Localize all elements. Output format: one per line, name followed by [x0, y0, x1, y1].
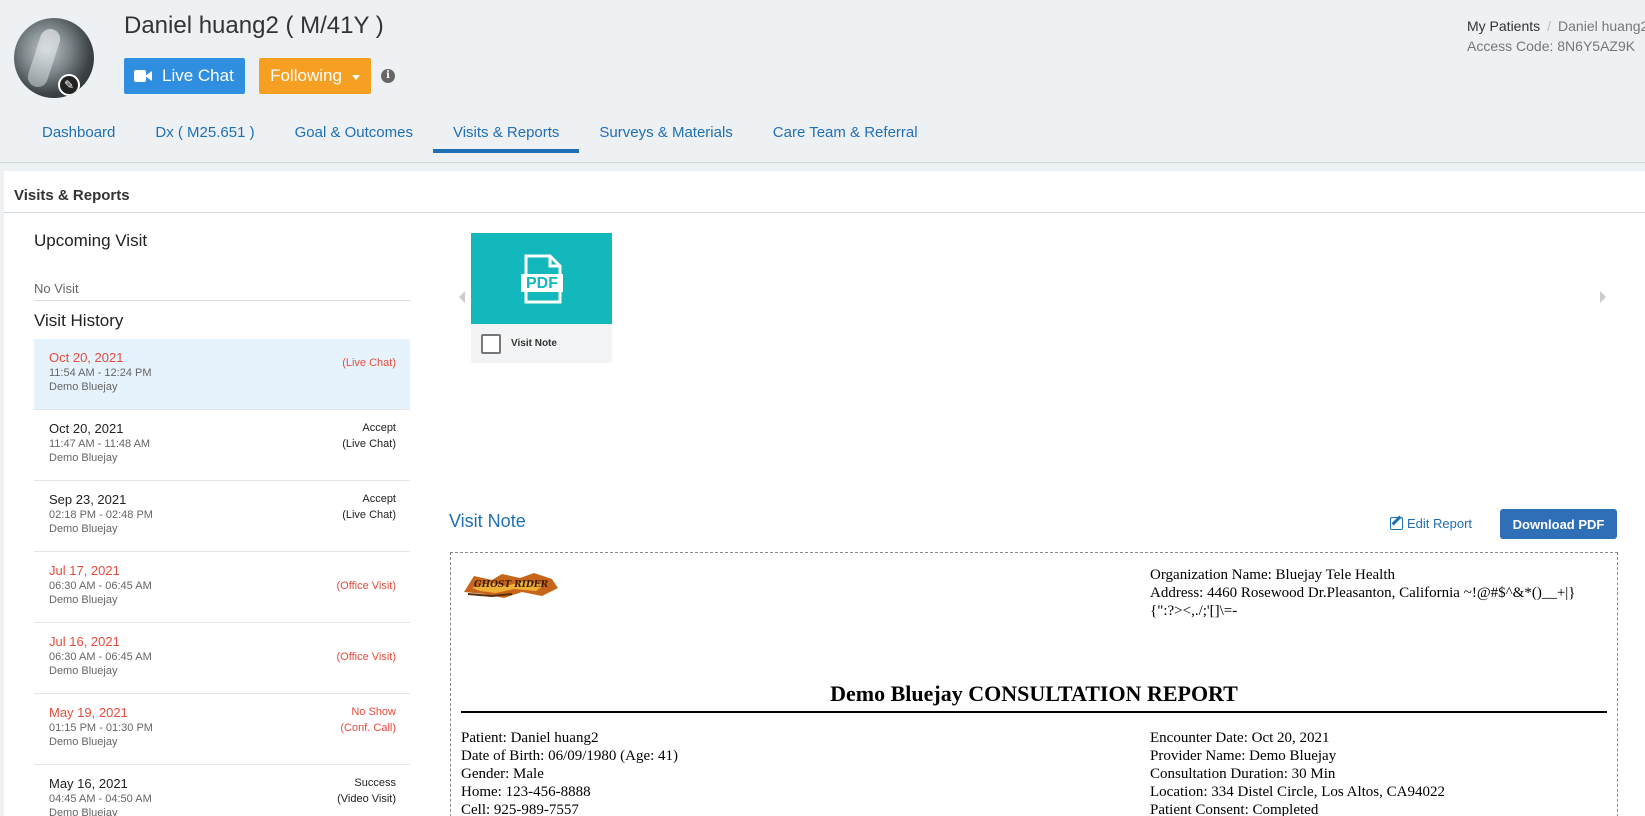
visit-provider: Demo Bluejay [49, 807, 118, 816]
tab-care-team-referral[interactable]: Care Team & Referral [753, 116, 938, 153]
attachment-card[interactable]: PDF Visit Note [471, 233, 612, 363]
report-encounter-date: Encounter Date: Oct 20, 2021 [1150, 730, 1330, 746]
panel-title: Visits & Reports [4, 171, 1645, 213]
chevron-right-icon[interactable] [1600, 291, 1606, 303]
visit-status-line1: No Show [351, 706, 396, 718]
organization-info: Organization Name: Bluejay Tele Health A… [1150, 566, 1610, 620]
attachment-footer: Visit Note [471, 324, 612, 363]
report-home-phone: Home: 123-456-8888 [461, 784, 591, 800]
visit-status-line1: Accept [362, 493, 396, 505]
breadcrumb-current: Daniel huang2 [1558, 18, 1645, 34]
following-dropdown-button[interactable]: Following [259, 58, 371, 94]
tab-goal-outcomes[interactable]: Goal & Outcomes [275, 116, 433, 153]
tab-dx[interactable]: Dx ( M25.651 ) [135, 116, 274, 153]
report-dob: Date of Birth: 06/09/1980 (Age: 41) [461, 748, 679, 764]
visit-status-line1: Accept [362, 422, 396, 434]
upcoming-visit-title: Upcoming Visit [34, 231, 148, 250]
live-chat-label: Live Chat [162, 66, 234, 85]
tab-visits-reports[interactable]: Visits & Reports [432, 116, 580, 153]
chevron-left-icon[interactable] [459, 291, 465, 303]
download-pdf-button[interactable]: Download PDF [1500, 509, 1617, 539]
visit-date: Jul 17, 2021 [49, 563, 120, 578]
report-gender: Gender: Male [461, 766, 544, 782]
edit-icon [1390, 517, 1403, 530]
visit-provider: Demo Bluejay [49, 594, 118, 606]
organization-logo: GHOST RIDER [464, 573, 558, 598]
breadcrumb-separator: / [1547, 18, 1552, 34]
visit-status: (Live Chat) [342, 355, 396, 371]
live-chat-button[interactable]: Live Chat [124, 58, 245, 94]
visit-item[interactable]: Jul 16, 2021 06:30 AM - 06:45 AM Demo Bl… [34, 623, 410, 694]
visit-history-list: Oct 20, 2021 11:54 AM - 12:24 PM Demo Bl… [34, 339, 410, 816]
caret-down-icon [351, 74, 360, 80]
visit-provider: Demo Bluejay [49, 665, 118, 677]
report-title: Demo Bluejay CONSULTATION REPORT [461, 681, 1607, 713]
visit-status: Accept (Live Chat) [342, 491, 396, 523]
visit-status: Accept (Live Chat) [342, 420, 396, 452]
avatar-image [25, 26, 63, 90]
visit-type: (Office Visit) [336, 580, 397, 592]
patient-tabs: Dashboard Dx ( M25.651 ) Goal & Outcomes… [22, 116, 938, 153]
edit-report-label: Edit Report [1407, 516, 1473, 531]
report-location: Location: 334 Distel Circle, Los Altos, … [1150, 784, 1445, 800]
following-label: Following [270, 66, 342, 85]
visit-type: (Conf. Call) [340, 722, 396, 734]
logo-text: GHOST RIDER [474, 580, 549, 590]
visit-item[interactable]: Oct 20, 2021 11:54 AM - 12:24 PM Demo Bl… [34, 339, 410, 410]
pdf-glyph: PDF [520, 254, 563, 303]
report-duration: Consultation Duration: 30 Min [1150, 766, 1336, 782]
visit-item[interactable]: Sep 23, 2021 02:18 PM - 02:48 PM Demo Bl… [34, 481, 410, 552]
edit-report-link[interactable]: Edit Report [1390, 516, 1472, 531]
report-cell-phone: Cell: 925-989-7557 [461, 802, 579, 816]
visit-type: (Live Chat) [342, 438, 396, 450]
visit-status: (Office Visit) [337, 578, 397, 594]
visit-provider: Demo Bluejay [49, 736, 118, 748]
breadcrumb: My Patients / Daniel huang2 [1467, 18, 1645, 34]
consultation-report: GHOST RIDER Organization Name: Bluejay T… [450, 552, 1618, 816]
pdf-file-icon[interactable]: PDF [471, 233, 612, 324]
org-address-cont: {":?><,./;'[]\=- [1150, 603, 1238, 619]
visit-provider: Demo Bluejay [49, 452, 118, 464]
report-patient: Patient: Daniel huang2 [461, 730, 599, 746]
visit-note-title: Visit Note [449, 511, 526, 531]
visit-status-line1: Success [354, 777, 396, 789]
visit-status: No Show (Conf. Call) [340, 704, 396, 736]
org-address: Address: 4460 Rosewood Dr.Pleasanton, Ca… [1150, 585, 1576, 601]
visit-type: (Office Visit) [336, 651, 397, 663]
visit-item[interactable]: May 19, 2021 01:15 PM - 01:30 PM Demo Bl… [34, 694, 410, 765]
org-name: Organization Name: Bluejay Tele Health [1150, 567, 1395, 583]
report-consent: Patient Consent: Completed [1150, 802, 1319, 816]
access-code: Access Code: 8N6Y5AZ9K [1467, 38, 1636, 54]
visit-type: (Live Chat) [342, 357, 396, 369]
patient-name: Daniel huang2 ( M/41Y ) [124, 12, 384, 39]
pdf-thumb-text: PDF [526, 275, 558, 292]
visit-date: Jul 16, 2021 [49, 634, 120, 649]
attachment-checkbox[interactable] [481, 333, 501, 354]
info-icon[interactable]: i [381, 69, 395, 83]
tab-dashboard[interactable]: Dashboard [22, 116, 135, 153]
report-provider: Provider Name: Demo Bluejay [1150, 748, 1337, 764]
visit-item[interactable]: Jul 17, 2021 06:30 AM - 06:45 AM Demo Bl… [34, 552, 410, 623]
visit-history-title: Visit History [34, 311, 124, 330]
avatar-edit-icon[interactable]: ✎ [58, 74, 80, 96]
visit-status: (Office Visit) [337, 649, 397, 665]
patient-avatar[interactable]: ✎ [14, 18, 94, 98]
visit-item[interactable]: Oct 20, 2021 11:47 AM - 11:48 AM Demo Bl… [34, 410, 410, 481]
visit-type: (Live Chat) [342, 509, 396, 521]
visit-provider: Demo Bluejay [49, 523, 118, 535]
visit-item[interactable]: May 16, 2021 04:45 AM - 04:50 AM Demo Bl… [34, 765, 410, 816]
visit-status: Success (Video Visit) [337, 775, 396, 807]
encounter-details: Encounter Date: Oct 20, 2021 Provider Na… [1150, 729, 1445, 816]
visit-type: (Video Visit) [337, 793, 396, 805]
attachment-label: Visit Note [511, 338, 557, 349]
tab-surveys-materials[interactable]: Surveys & Materials [579, 116, 752, 153]
visit-provider: Demo Bluejay [49, 381, 118, 393]
breadcrumb-my-patients[interactable]: My Patients [1467, 18, 1540, 34]
no-visit-text: No Visit [34, 281, 410, 301]
video-camera-icon [134, 69, 152, 83]
patient-details: Patient: Daniel huang2 Date of Birth: 06… [461, 729, 678, 816]
tabs-divider [0, 162, 1645, 163]
